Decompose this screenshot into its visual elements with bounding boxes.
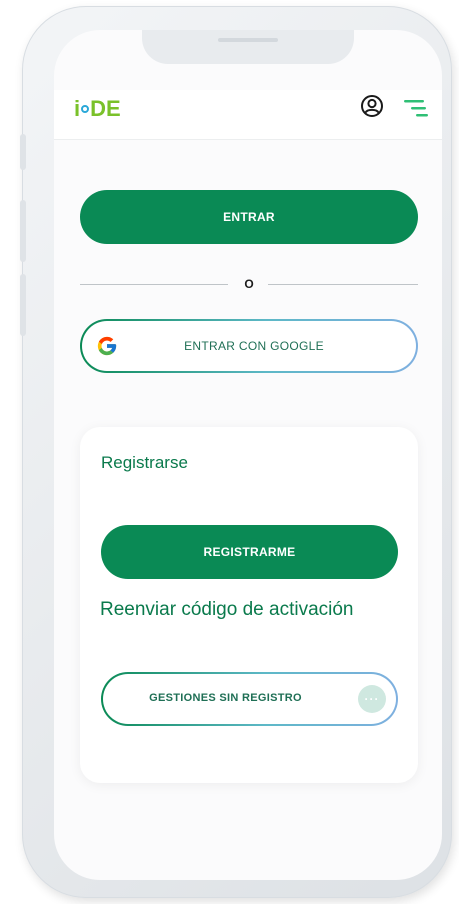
- phone-notch: [142, 30, 354, 64]
- register-title: Registrarse: [101, 453, 188, 472]
- phone-volume-down-button: [20, 274, 26, 336]
- logo-dot-icon: [81, 105, 90, 113]
- phone-side-button: [20, 134, 26, 170]
- logo-letter-i: i: [74, 96, 81, 121]
- register-button[interactable]: REGISTRARME: [101, 525, 398, 579]
- phone-screen: i DE ENTRAR O ENTRAR CON GOOGLE Registra…: [54, 30, 442, 880]
- or-label: O: [244, 277, 254, 291]
- enter-button[interactable]: ENTRAR: [80, 190, 418, 244]
- google-login-label: ENTRAR CON GOOGLE: [184, 339, 324, 353]
- divider-line-right: [268, 284, 418, 285]
- hamburger-menu-icon[interactable]: [404, 98, 430, 118]
- ide-logo[interactable]: i DE: [74, 94, 121, 124]
- no-register-actions-label: GESTIONES SIN REGISTRO: [149, 692, 302, 704]
- or-divider: O: [80, 276, 418, 292]
- divider-line-left: [80, 284, 228, 285]
- user-circle-icon[interactable]: [360, 94, 384, 118]
- speaker-grille: [218, 38, 278, 42]
- register-card: Registrarse REGISTRARME Reenviar código …: [80, 427, 418, 783]
- phone-volume-up-button: [20, 200, 26, 262]
- more-dots-icon: ···: [358, 685, 386, 713]
- no-register-actions-button[interactable]: GESTIONES SIN REGISTRO ···: [101, 672, 398, 726]
- app-header: i DE: [54, 90, 442, 140]
- google-login-button[interactable]: ENTRAR CON GOOGLE: [80, 319, 418, 373]
- resend-activation-link[interactable]: Reenviar código de activación: [100, 599, 354, 621]
- logo-letters-de: DE: [90, 96, 121, 121]
